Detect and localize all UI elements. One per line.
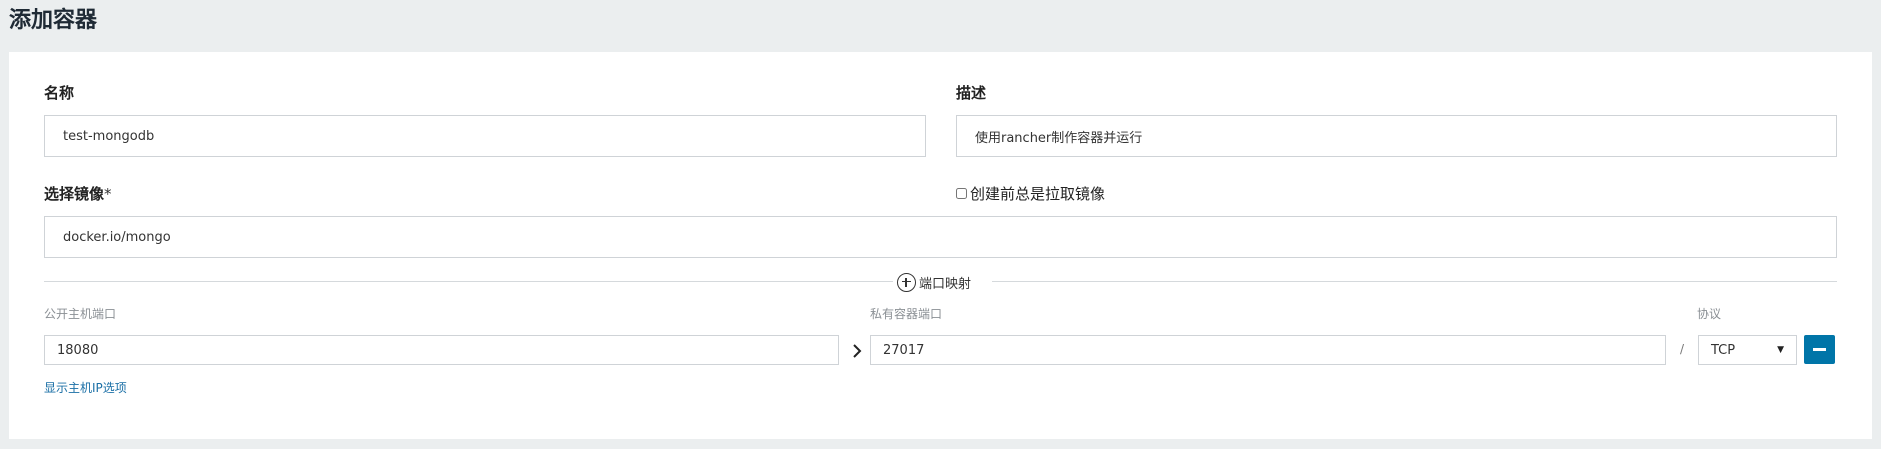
- always-pull-option[interactable]: 创建前总是拉取镜像: [956, 183, 1105, 203]
- always-pull-checkbox[interactable]: [956, 187, 967, 199]
- divider-left: [44, 281, 894, 282]
- caret-down-icon: ▼: [1777, 345, 1784, 355]
- protocol-label: 协议: [1697, 307, 1722, 321]
- minus-icon: [1813, 348, 1826, 351]
- name-input[interactable]: [44, 115, 926, 157]
- image-input[interactable]: [44, 216, 1837, 258]
- show-host-ip-link[interactable]: 显示主机IP选项: [44, 380, 127, 396]
- chevron-right-icon: [853, 344, 862, 358]
- port-separator: /: [1680, 342, 1685, 356]
- protocol-select[interactable]: TCP ▼: [1698, 335, 1797, 365]
- protocol-value: TCP: [1711, 342, 1736, 358]
- divider-right: [992, 281, 1837, 282]
- public-port-label: 公开主机端口: [44, 307, 117, 321]
- page-title: 添加容器: [9, 8, 98, 33]
- public-port-input[interactable]: [44, 335, 839, 365]
- name-label: 名称: [44, 84, 75, 102]
- required-mark: *: [104, 185, 112, 203]
- always-pull-label: 创建前总是拉取镜像: [970, 184, 1106, 203]
- add-port-label: 端口映射: [919, 276, 972, 292]
- add-port-mapping-button[interactable]: 端口映射: [893, 271, 976, 293]
- description-label: 描述: [956, 84, 987, 102]
- image-label-text: 选择镜像: [44, 185, 105, 203]
- description-input[interactable]: [956, 115, 1837, 157]
- image-label: 选择镜像*: [44, 184, 112, 204]
- plus-circle-icon: [897, 272, 916, 292]
- private-port-input[interactable]: [870, 335, 1666, 365]
- private-port-label: 私有容器端口: [870, 307, 943, 321]
- remove-port-button[interactable]: [1804, 335, 1835, 364]
